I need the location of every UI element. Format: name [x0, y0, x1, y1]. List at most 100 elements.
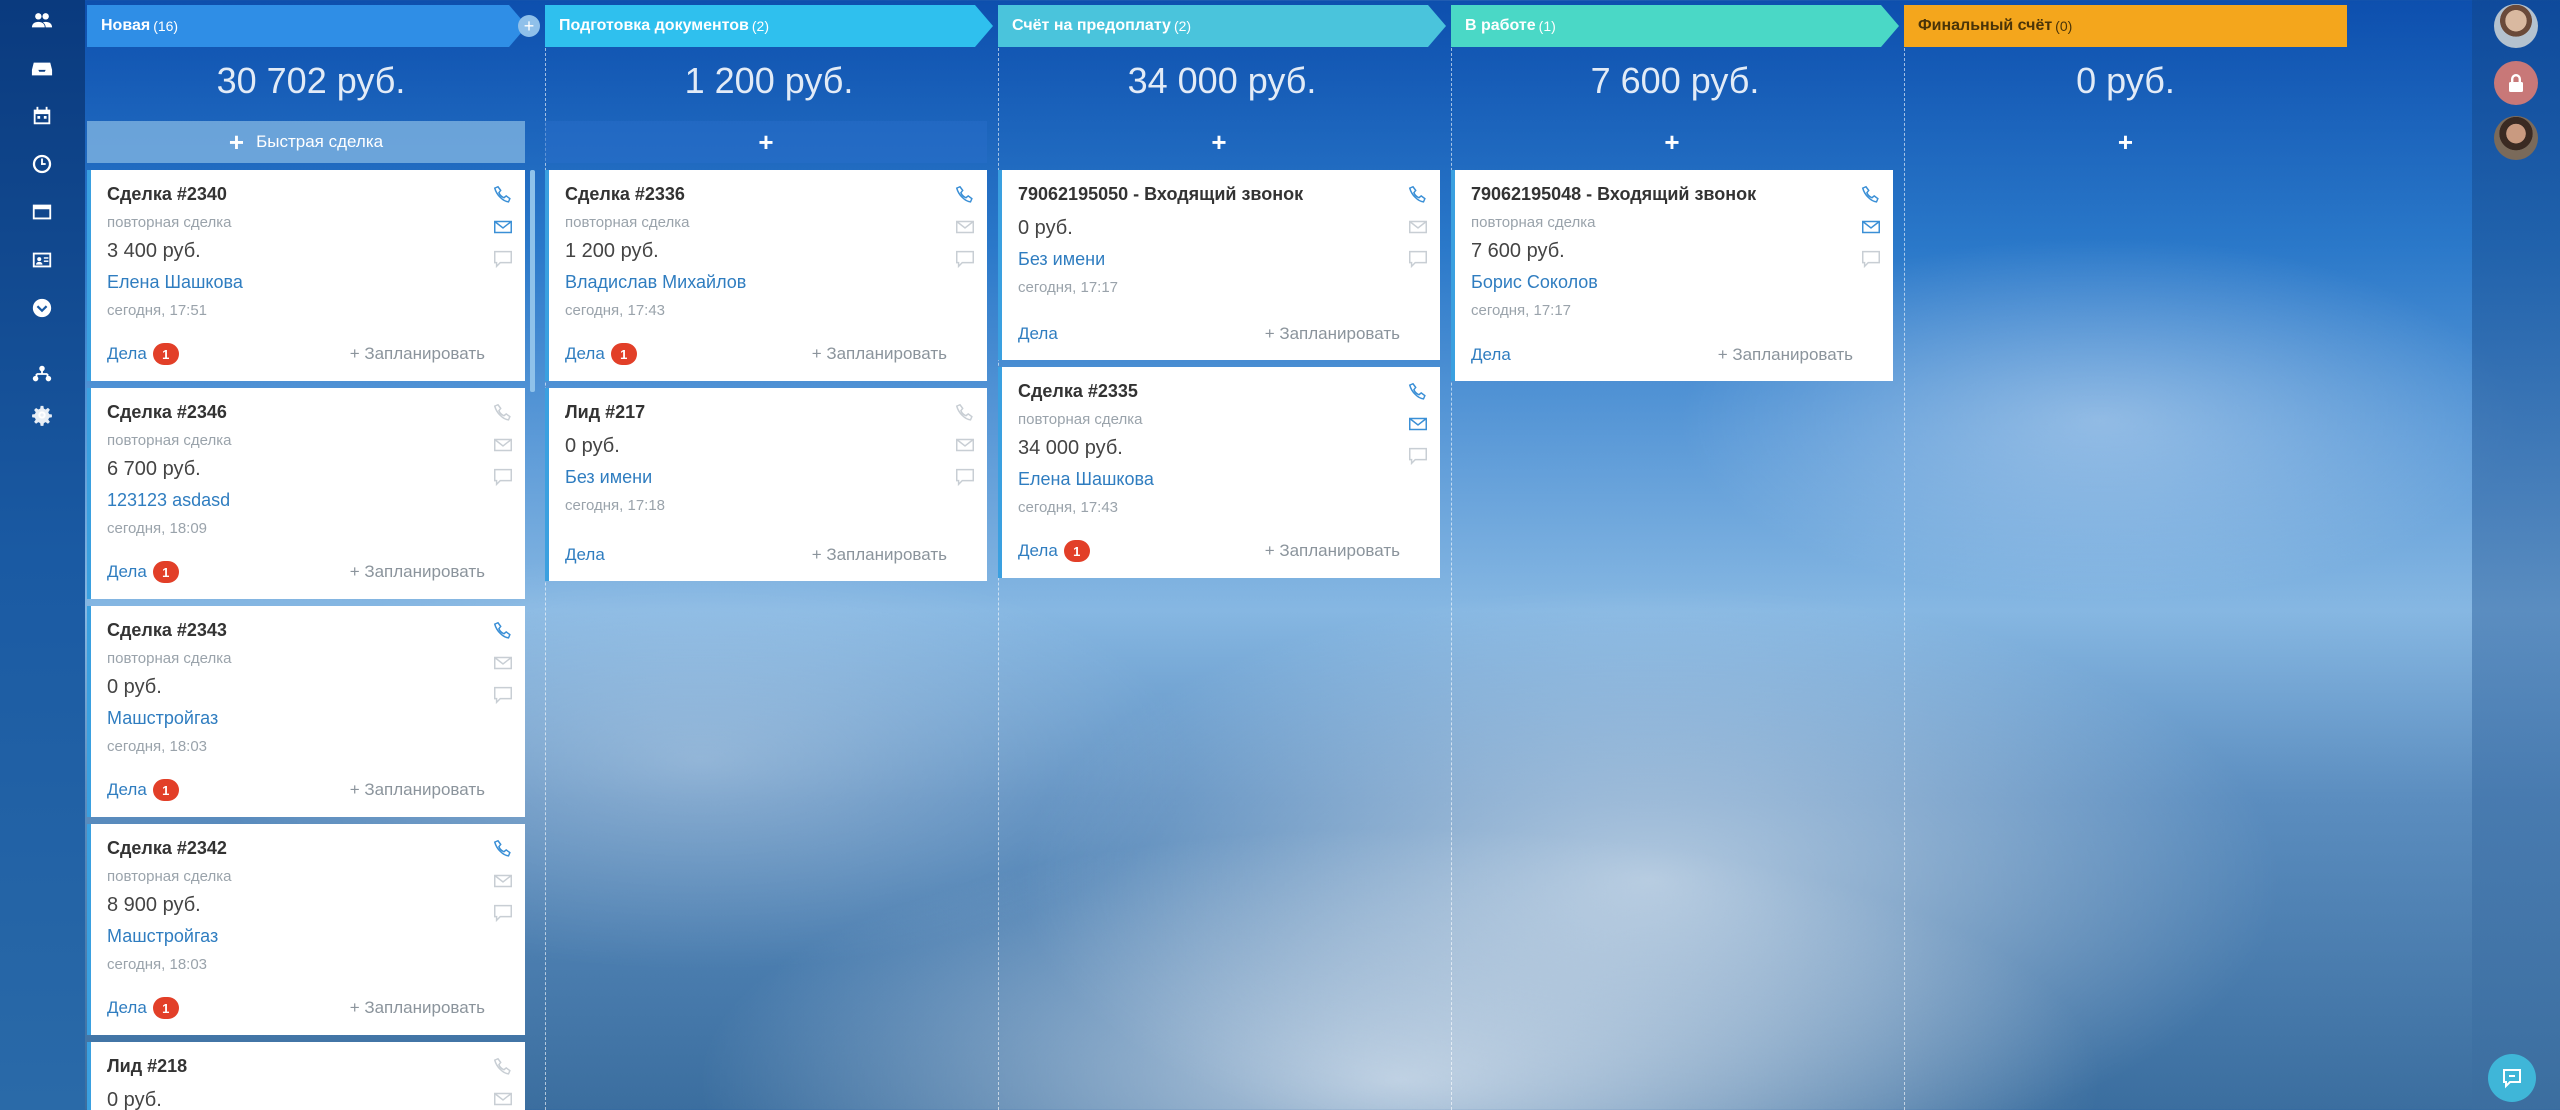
card-title[interactable]: Сделка #2343 [107, 620, 509, 641]
lock-icon[interactable] [2494, 61, 2538, 105]
card-title[interactable]: Лид #217 [565, 402, 971, 423]
deal-card[interactable]: Сделка #2335 повторная сделка 34 000 руб… [998, 367, 1440, 578]
phone-icon[interactable] [1407, 381, 1429, 403]
users-icon[interactable] [28, 6, 56, 34]
deal-card[interactable]: Сделка #2346 повторная сделка 6 700 руб.… [87, 388, 525, 599]
mail-icon[interactable] [954, 216, 976, 238]
comment-icon[interactable] [1407, 445, 1429, 467]
comment-icon[interactable] [492, 902, 514, 924]
comment-icon[interactable] [492, 466, 514, 488]
quick-deal-button[interactable]: + Быстрая сделка [87, 121, 525, 163]
column-scrollbar[interactable] [530, 170, 535, 392]
schedule-button[interactable]: + Запланировать [350, 344, 485, 364]
call-card[interactable]: 79062195048 - Входящий звонок повторная … [1451, 170, 1893, 381]
inbox-icon[interactable] [28, 55, 56, 83]
card-deals-link[interactable]: Дела [1018, 324, 1058, 344]
card-deals-link[interactable]: Дела [1471, 345, 1511, 365]
comment-icon[interactable] [492, 248, 514, 270]
mail-icon[interactable] [954, 434, 976, 456]
column-settings-icon[interactable]: + [518, 15, 540, 37]
contact-avatar[interactable] [2494, 116, 2538, 160]
card-deals-link[interactable]: Дела 1 [1018, 540, 1090, 562]
mail-icon[interactable] [492, 652, 514, 674]
lead-card[interactable]: Лид #218 0 руб. [87, 1042, 525, 1110]
card-title[interactable]: Сделка #2342 [107, 838, 509, 859]
mail-icon[interactable] [1407, 216, 1429, 238]
schedule-button[interactable]: + Запланировать [350, 780, 485, 800]
card-contact[interactable]: Владислав Михайлов [565, 272, 971, 293]
comment-icon[interactable] [954, 248, 976, 270]
calendar-icon[interactable] [28, 102, 56, 130]
schedule-button[interactable]: + Запланировать [1265, 324, 1400, 344]
phone-icon[interactable] [492, 620, 514, 642]
card-title[interactable]: Лид #218 [107, 1056, 509, 1077]
deal-card[interactable]: Сделка #2342 повторная сделка 8 900 руб.… [87, 824, 525, 1035]
phone-icon[interactable] [1407, 184, 1429, 206]
card-contact[interactable]: Борис Соколов [1471, 272, 1877, 293]
card-deals-link[interactable]: Дела 1 [107, 343, 179, 365]
card-deals-link[interactable]: Дела 1 [107, 997, 179, 1019]
card-title[interactable]: 79062195050 - Входящий звонок [1018, 184, 1424, 205]
comment-icon[interactable] [1407, 248, 1429, 270]
card-deals-link[interactable]: Дела 1 [565, 343, 637, 365]
card-contact[interactable]: Машстройгаз [107, 708, 509, 729]
gear-icon[interactable] [28, 401, 56, 429]
card-contact[interactable]: 123123 asdasd [107, 490, 509, 511]
schedule-button[interactable]: + Запланировать [350, 562, 485, 582]
card-title[interactable]: Сделка #2340 [107, 184, 509, 205]
card-title[interactable]: Сделка #2346 [107, 402, 509, 423]
schedule-button[interactable]: + Запланировать [812, 545, 947, 565]
mail-icon[interactable] [492, 1088, 514, 1110]
card-deals-link[interactable]: Дела 1 [107, 561, 179, 583]
deal-card[interactable]: Сделка #2340 повторная сделка 3 400 руб.… [87, 170, 525, 381]
clock-icon[interactable] [28, 150, 56, 178]
chat-icon[interactable] [2488, 1054, 2536, 1102]
add-deal-button[interactable]: + [1451, 121, 1893, 163]
mail-icon[interactable] [1860, 216, 1882, 238]
schedule-button[interactable]: + Запланировать [1718, 345, 1853, 365]
phone-icon[interactable] [492, 838, 514, 860]
deal-card[interactable]: Сделка #2343 повторная сделка 0 руб. Маш… [87, 606, 525, 817]
mail-icon[interactable] [492, 216, 514, 238]
column-header[interactable]: Подготовка документов (2) [545, 5, 993, 47]
contact-card-icon[interactable] [28, 246, 56, 274]
mail-icon[interactable] [492, 870, 514, 892]
mail-icon[interactable] [1407, 413, 1429, 435]
card-contact[interactable]: Без имени [565, 467, 971, 488]
phone-icon[interactable] [492, 1056, 514, 1078]
call-card[interactable]: 79062195050 - Входящий звонок 0 руб. Без… [998, 170, 1440, 360]
column-header[interactable]: Финальный счёт (0) [1904, 5, 2347, 47]
phone-icon[interactable] [954, 402, 976, 424]
window-icon[interactable] [28, 198, 56, 226]
column-header[interactable]: Новая (16) [87, 5, 527, 47]
comment-icon[interactable] [1860, 248, 1882, 270]
mail-icon[interactable] [492, 434, 514, 456]
lead-card[interactable]: Лид #217 0 руб. Без имени сегодня, 17:18… [545, 388, 987, 581]
schedule-button[interactable]: + Запланировать [350, 998, 485, 1018]
card-contact[interactable]: Машстройгаз [107, 926, 509, 947]
add-deal-button[interactable]: + [545, 121, 987, 163]
card-deals-link[interactable]: Дела [565, 545, 605, 565]
column-header[interactable]: Счёт на предоплату (2) [998, 5, 1446, 47]
phone-icon[interactable] [492, 184, 514, 206]
card-contact[interactable]: Без имени [1018, 249, 1424, 270]
phone-icon[interactable] [954, 184, 976, 206]
schedule-button[interactable]: + Запланировать [812, 344, 947, 364]
deal-card[interactable]: Сделка #2336 повторная сделка 1 200 руб.… [545, 170, 987, 381]
card-title[interactable]: Сделка #2336 [565, 184, 971, 205]
comment-icon[interactable] [954, 466, 976, 488]
phone-icon[interactable] [492, 402, 514, 424]
phone-icon[interactable] [1860, 184, 1882, 206]
column-header[interactable]: В работе (1) [1451, 5, 1899, 47]
user-avatar[interactable] [2494, 4, 2538, 48]
chevron-down-circle-icon[interactable] [28, 294, 56, 322]
schedule-button[interactable]: + Запланировать [1265, 541, 1400, 561]
add-deal-button[interactable]: + [998, 121, 1440, 163]
card-contact[interactable]: Елена Шашкова [107, 272, 509, 293]
card-contact[interactable]: Елена Шашкова [1018, 469, 1424, 490]
card-title[interactable]: Сделка #2335 [1018, 381, 1424, 402]
sitemap-icon[interactable] [28, 360, 56, 388]
card-title[interactable]: 79062195048 - Входящий звонок [1471, 184, 1877, 205]
card-deals-link[interactable]: Дела 1 [107, 779, 179, 801]
comment-icon[interactable] [492, 684, 514, 706]
